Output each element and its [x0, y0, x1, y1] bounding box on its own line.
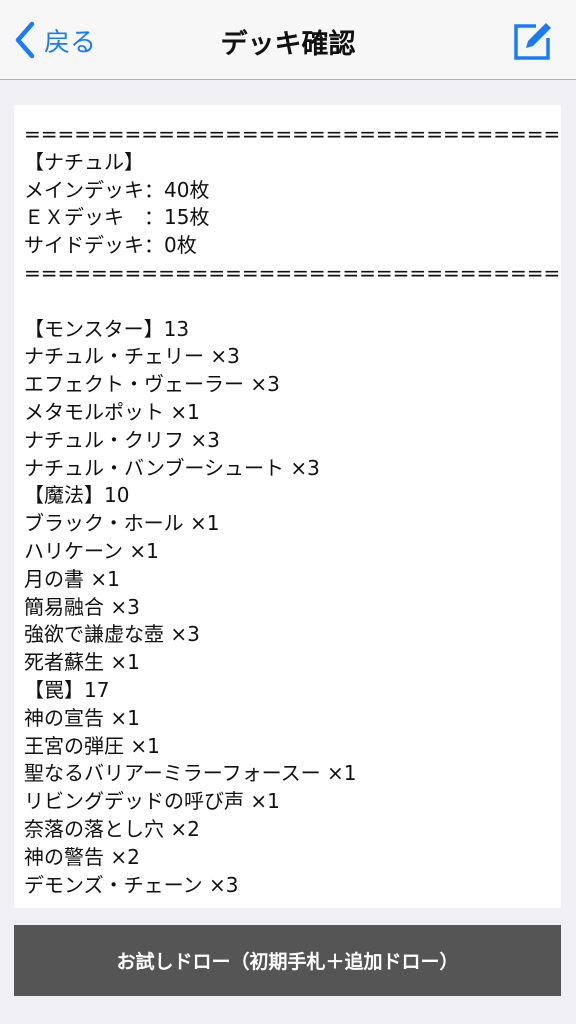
- deck-list-text: ================================== 【ナチュル…: [24, 122, 561, 897]
- back-button[interactable]: 戻る: [14, 18, 96, 62]
- back-label: 戻る: [44, 27, 97, 58]
- trial-draw-button[interactable]: お試しドロー（初期手札＋追加ドロー）: [14, 925, 561, 996]
- compose-icon: [510, 23, 554, 68]
- compose-button[interactable]: [510, 20, 554, 64]
- navigation-bar: 戻る デッキ確認: [0, 0, 576, 80]
- chevron-left-icon: [14, 21, 36, 59]
- deck-content-panel[interactable]: ================================== 【ナチュル…: [14, 105, 561, 908]
